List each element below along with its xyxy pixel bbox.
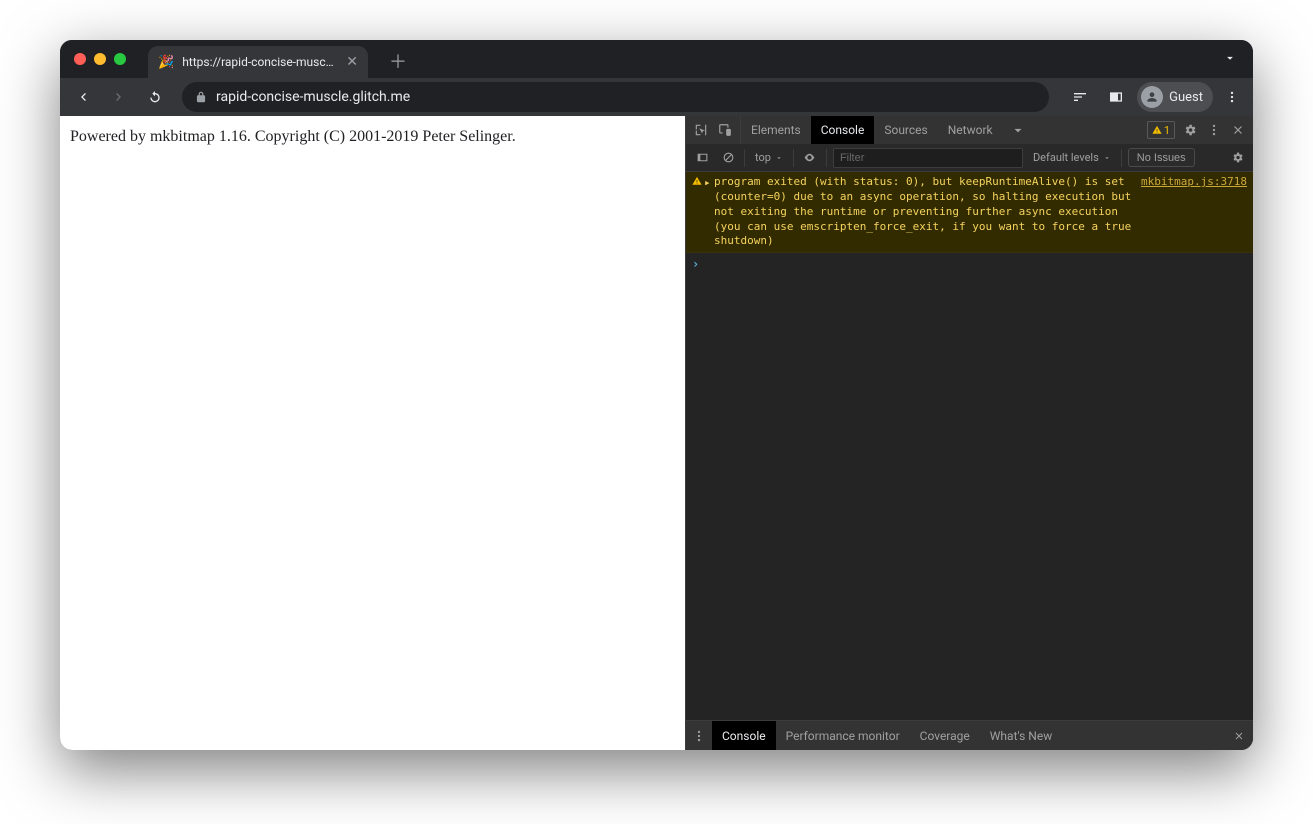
prompt-caret-icon: ›: [692, 257, 705, 271]
toolbar-right: Guest: [1065, 82, 1245, 112]
tab-close-button[interactable]: ✕: [344, 53, 360, 71]
more-tabs-button[interactable]: [1003, 116, 1033, 144]
toolbar: rapid-concise-muscle.glitch.me Guest: [60, 78, 1253, 116]
url-text: rapid-concise-muscle.glitch.me: [216, 89, 410, 105]
warning-triangle-icon: [690, 175, 704, 186]
window-zoom-button[interactable]: [114, 53, 126, 65]
context-label: top: [755, 151, 771, 164]
log-levels-dropdown[interactable]: Default levels: [1029, 151, 1115, 164]
profile-label: Guest: [1169, 90, 1203, 105]
inspect-element-icon[interactable]: [692, 121, 710, 139]
page-body-text: Powered by mkbitmap 1.16. Copyright (C) …: [70, 128, 675, 146]
chrome-menu-button[interactable]: [1219, 90, 1245, 104]
profile-button[interactable]: Guest: [1137, 82, 1213, 112]
log-source-link[interactable]: mkbitmap.js:3718: [1141, 175, 1247, 188]
drawer-tab-console[interactable]: Console: [712, 721, 776, 750]
media-control-icon[interactable]: [1065, 82, 1095, 112]
console-sidebar-toggle-icon[interactable]: [692, 148, 712, 168]
browser-tab[interactable]: 🎉 https://rapid-concise-muscle.g ✕: [148, 46, 368, 78]
page-viewport[interactable]: Powered by mkbitmap 1.16. Copyright (C) …: [60, 116, 685, 750]
guest-avatar-icon: [1141, 86, 1163, 108]
console-log-row: ▸ program exited (with status: 0), but k…: [686, 172, 1253, 253]
titlebar: 🎉 https://rapid-concise-muscle.g ✕ ＋: [60, 40, 1253, 78]
drawer-menu-icon[interactable]: [686, 721, 712, 750]
side-panel-icon[interactable]: [1101, 82, 1131, 112]
devtools-settings-icon[interactable]: [1181, 121, 1199, 139]
tab-network[interactable]: Network: [938, 116, 1003, 144]
issues-button[interactable]: No Issues: [1128, 148, 1195, 167]
console-toolbar: top Default levels No Issues: [686, 144, 1253, 172]
clear-console-icon[interactable]: [718, 148, 738, 168]
lock-icon: [194, 90, 208, 104]
tab-favicon-icon: 🎉: [158, 55, 174, 70]
filter-input[interactable]: [833, 148, 1023, 168]
log-message: program exited (with status: 0), but kee…: [714, 175, 1141, 249]
tab-title: https://rapid-concise-muscle.g: [182, 55, 336, 69]
context-selector[interactable]: top: [751, 151, 787, 164]
nav-forward-button[interactable]: [104, 82, 134, 112]
live-expression-icon[interactable]: [800, 148, 820, 168]
warning-count-chip[interactable]: 1: [1147, 121, 1175, 139]
tab-elements[interactable]: Elements: [741, 116, 811, 144]
devtools-menu-icon[interactable]: [1205, 121, 1223, 139]
devtools-drawer: Console Performance monitor Coverage Wha…: [686, 720, 1253, 750]
console-log-area[interactable]: ▸ program exited (with status: 0), but k…: [686, 172, 1253, 720]
window-minimize-button[interactable]: [94, 53, 106, 65]
device-toolbar-icon[interactable]: [716, 121, 734, 139]
warning-icon: [1152, 125, 1162, 135]
new-tab-button[interactable]: ＋: [384, 47, 412, 75]
tab-search-button[interactable]: [1223, 50, 1237, 69]
tab-console[interactable]: Console: [811, 116, 875, 144]
nav-reload-button[interactable]: [140, 82, 170, 112]
log-levels-label: Default levels: [1033, 151, 1099, 164]
warning-count: 1: [1164, 124, 1170, 137]
drawer-tab-performance-monitor[interactable]: Performance monitor: [776, 721, 910, 750]
drawer-tab-coverage[interactable]: Coverage: [910, 721, 980, 750]
expand-log-icon[interactable]: ▸: [704, 175, 714, 189]
tab-sources[interactable]: Sources: [874, 116, 937, 144]
drawer-tab-whats-new[interactable]: What's New: [980, 721, 1062, 750]
drawer-close-icon[interactable]: [1233, 721, 1253, 750]
console-settings-icon[interactable]: [1227, 148, 1247, 168]
devtools-panel: Elements Console Sources Network 1: [685, 116, 1253, 750]
nav-back-button[interactable]: [68, 82, 98, 112]
devtools-close-icon[interactable]: [1229, 121, 1247, 139]
browser-window: 🎉 https://rapid-concise-muscle.g ✕ ＋ rap…: [60, 40, 1253, 750]
window-close-button[interactable]: [74, 53, 86, 65]
console-prompt[interactable]: ›: [686, 253, 1253, 275]
devtools-tabbar: Elements Console Sources Network 1: [686, 116, 1253, 144]
content-area: Powered by mkbitmap 1.16. Copyright (C) …: [60, 116, 1253, 750]
address-bar[interactable]: rapid-concise-muscle.glitch.me: [182, 82, 1049, 112]
traffic-lights: [74, 53, 126, 65]
